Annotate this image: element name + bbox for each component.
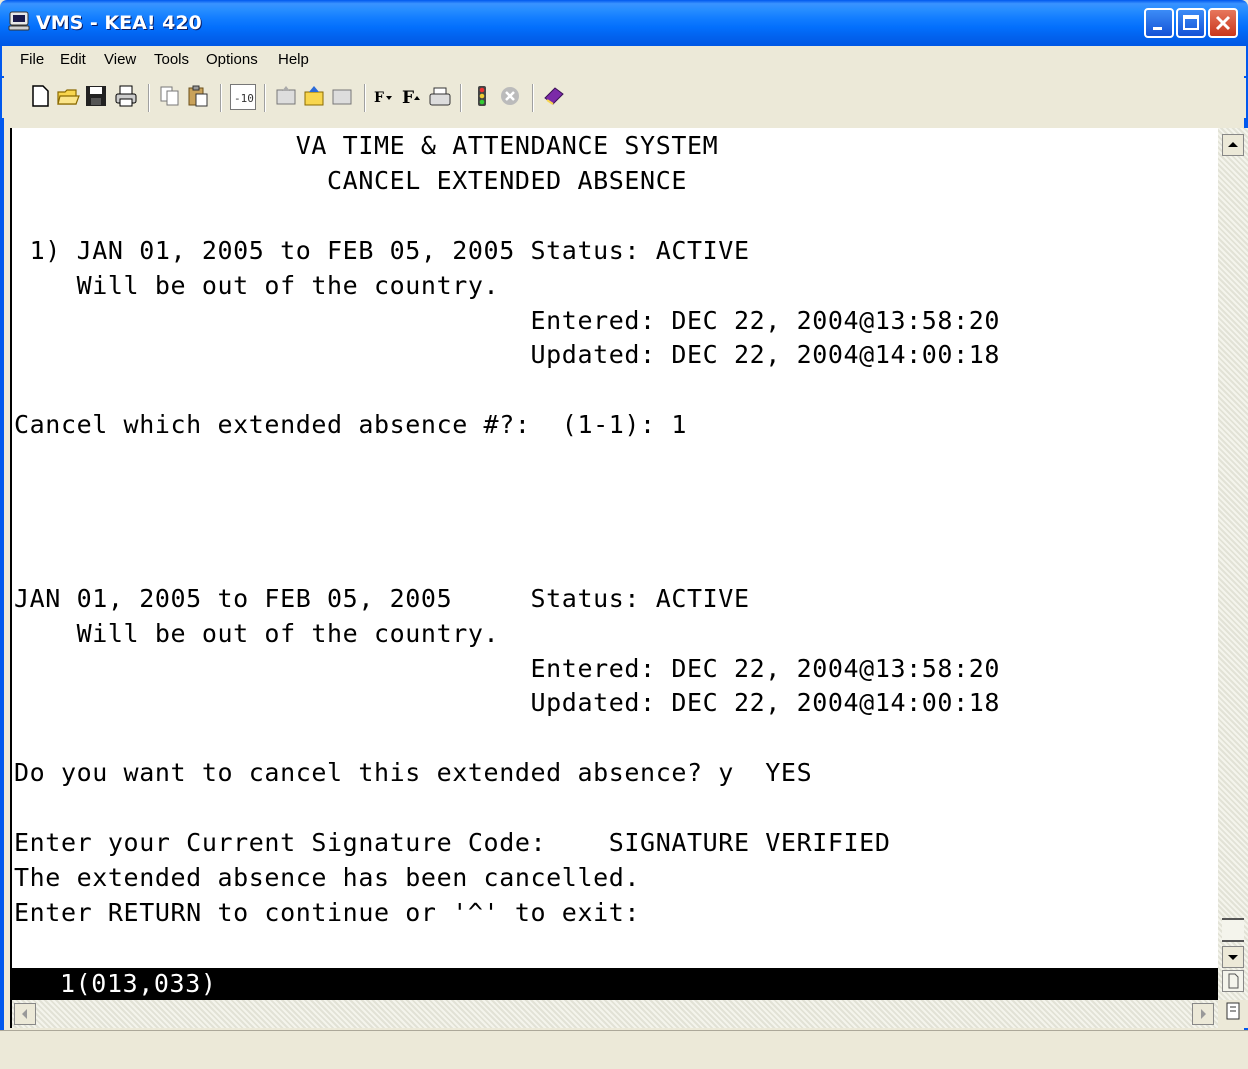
maximize-button[interactable] bbox=[1176, 8, 1206, 38]
book-icon[interactable] bbox=[542, 84, 566, 108]
terminal-line: Do you want to cancel this extended abse… bbox=[14, 758, 813, 787]
terminal-line: Enter RETURN to continue or '^' to exit: bbox=[14, 898, 641, 927]
terminal-line: Cancel which extended absence #?: (1-1):… bbox=[14, 410, 688, 439]
menu-help[interactable]: Help bbox=[278, 51, 309, 68]
window-frame-left bbox=[0, 46, 4, 1068]
scroll-up-button[interactable] bbox=[1222, 134, 1244, 156]
arrow-down-icon bbox=[1228, 955, 1238, 960]
title-bar[interactable]: VMS - KEA! 420 bbox=[0, 0, 1248, 46]
scroll-left-button[interactable] bbox=[14, 1003, 36, 1025]
svg-text:F: F bbox=[374, 90, 384, 106]
svg-text:-10-: -10- bbox=[234, 92, 256, 105]
toolbar-separator bbox=[460, 84, 462, 112]
terminal-line: The extended absence has been cancelled. bbox=[14, 863, 641, 892]
terminal-app-icon[interactable] bbox=[8, 11, 30, 31]
menu-view[interactable]: View bbox=[104, 51, 136, 68]
arrow-right-icon bbox=[1201, 1009, 1206, 1019]
close-icon bbox=[1215, 15, 1231, 31]
page-glyph-icon bbox=[1228, 973, 1239, 989]
print-icon[interactable] bbox=[114, 84, 138, 108]
svg-text:F: F bbox=[402, 88, 414, 108]
font-down-icon[interactable]: F bbox=[372, 84, 396, 108]
terminal-line: Entered: DEC 22, 2004@13:58:20 bbox=[14, 306, 1001, 335]
terminal-status-line: 1(013,033) bbox=[10, 968, 1218, 1000]
page-icon[interactable] bbox=[1222, 970, 1244, 992]
terminal-line: JAN 01, 2005 to FEB 05, 2005 Status: ACT… bbox=[14, 584, 750, 613]
menu-file[interactable]: File bbox=[20, 51, 44, 68]
arrow-up-icon bbox=[1228, 142, 1238, 147]
maximize-icon bbox=[1183, 15, 1199, 30]
toolbar-separator bbox=[532, 84, 534, 112]
terminal-line: 1) JAN 01, 2005 to FEB 05, 2005 Status: … bbox=[14, 236, 750, 265]
scroll-thumb[interactable] bbox=[1222, 918, 1244, 942]
menu-tools[interactable]: Tools bbox=[154, 51, 189, 68]
toolbar-separator bbox=[264, 84, 266, 112]
scroll-right-button[interactable] bbox=[1192, 1003, 1214, 1025]
keyboard-icon[interactable] bbox=[428, 84, 452, 108]
toolbar-separator bbox=[148, 84, 150, 112]
arrow-left-icon bbox=[22, 1009, 27, 1019]
menu-bar: File Edit View Tools Options Help bbox=[2, 46, 1246, 76]
terminal-line: Entered: DEC 22, 2004@13:58:20 bbox=[14, 654, 1001, 683]
close-button[interactable] bbox=[1208, 8, 1238, 38]
horizontal-scrollbar[interactable] bbox=[10, 1000, 1218, 1028]
menu-edit[interactable]: Edit bbox=[60, 51, 86, 68]
terminal-line: Enter your Current Signature Code: SIGNA… bbox=[14, 828, 891, 857]
minimize-icon bbox=[1153, 27, 1162, 30]
receive-icon[interactable] bbox=[302, 84, 326, 108]
terminal-line: Will be out of the country. bbox=[14, 271, 500, 300]
scroll-corner bbox=[1218, 1000, 1248, 1028]
app-window: VMS - KEA! 420 File Edit View Tools Opti… bbox=[0, 0, 1248, 1069]
open-icon[interactable] bbox=[56, 84, 80, 108]
transfer-icon[interactable] bbox=[330, 84, 354, 108]
terminal-line: Will be out of the country. bbox=[14, 619, 500, 648]
save-icon[interactable] bbox=[84, 84, 108, 108]
toolbar-separator bbox=[364, 84, 366, 112]
scroll-down-button[interactable] bbox=[1222, 946, 1244, 968]
terminal-line: CANCEL EXTENDED ABSENCE bbox=[14, 166, 688, 195]
menu-options[interactable]: Options bbox=[206, 51, 258, 68]
terminal-screen[interactable]: VA TIME & ATTENDANCE SYSTEM CANCEL EXTEN… bbox=[10, 128, 1218, 968]
toolbar-separator bbox=[220, 84, 222, 112]
terminal-line: Updated: DEC 22, 2004@14:00:18 bbox=[14, 340, 1001, 369]
status-bar bbox=[0, 1030, 1248, 1069]
cursor-position: 1(013,033) bbox=[60, 969, 217, 998]
terminal-line: Updated: DEC 22, 2004@14:00:18 bbox=[14, 688, 1001, 717]
new-icon[interactable] bbox=[28, 84, 52, 108]
capture-icon[interactable]: -10- bbox=[230, 84, 256, 110]
toolbar: -10- F F bbox=[2, 78, 1246, 118]
send-icon[interactable] bbox=[274, 84, 298, 108]
vertical-scrollbar[interactable] bbox=[1218, 128, 1248, 1000]
minimize-button[interactable] bbox=[1144, 8, 1174, 38]
document-icon[interactable] bbox=[1218, 1000, 1244, 1024]
font-up-icon[interactable]: F bbox=[400, 84, 424, 108]
stoplight-icon[interactable] bbox=[470, 84, 494, 108]
stop-icon[interactable] bbox=[498, 84, 522, 108]
paste-icon[interactable] bbox=[186, 84, 210, 108]
window-title: VMS - KEA! 420 bbox=[36, 12, 202, 34]
terminal-line: VA TIME & ATTENDANCE SYSTEM bbox=[14, 131, 719, 160]
copy-icon[interactable] bbox=[158, 84, 182, 108]
